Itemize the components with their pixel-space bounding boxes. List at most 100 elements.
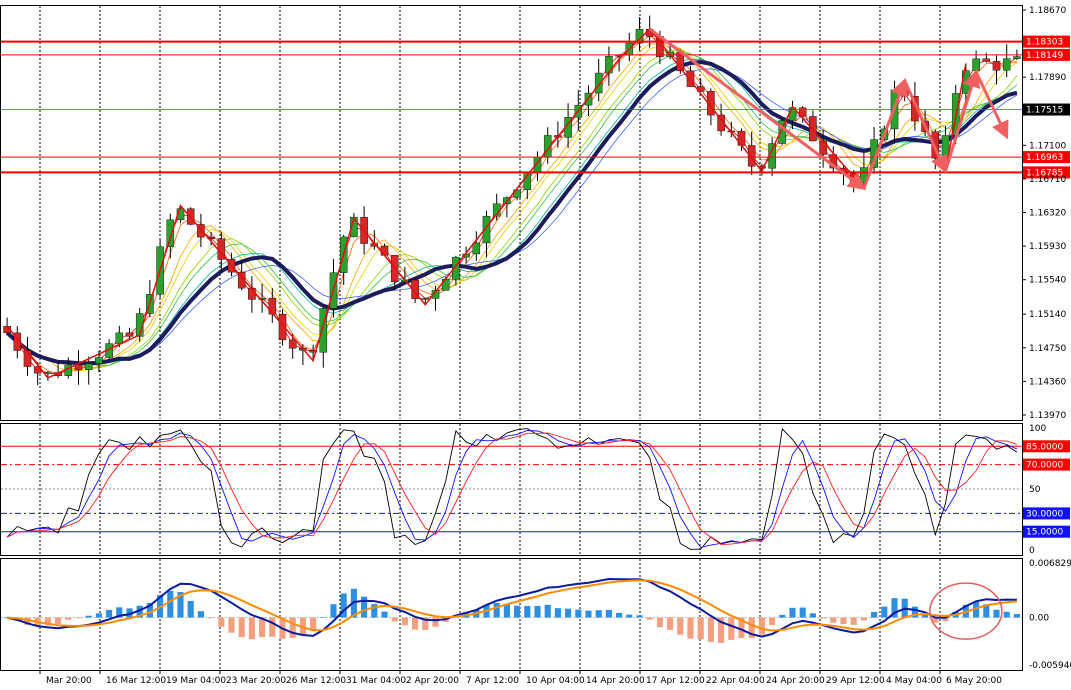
candle-body-98: [1002, 58, 1011, 71]
macd-histogram-bar-83: [850, 617, 857, 625]
x-tick-label-7: 7 Apr 12:00: [466, 676, 519, 686]
macd-histogram-bar-78: [799, 607, 806, 618]
macd-histogram-bar-61: [626, 614, 633, 618]
macd-histogram-bar-79: [809, 613, 816, 618]
macd-histogram-bar-56: [575, 609, 582, 618]
macd-histogram-bar-37: [381, 611, 388, 618]
candle-body-95: [972, 58, 980, 71]
macd-histogram-bar-63: [646, 617, 653, 620]
macd-histogram-bar-22: [228, 617, 235, 633]
candle-body-12: [125, 332, 134, 337]
candle-body-37: [380, 246, 389, 256]
macd-histogram-bar-19: [197, 611, 204, 618]
macd-histogram-bar-62: [636, 615, 643, 618]
macd-histogram-bar-66: [677, 617, 684, 635]
x-tick-label-15: 6 May 20:00: [946, 676, 1002, 686]
stoch-y-label-0: 100: [1029, 424, 1046, 434]
candle-body-4: [44, 372, 52, 374]
macd-y-label-1: 0.00: [1029, 614, 1049, 624]
macd-y-label-0: 0.006829: [1029, 559, 1071, 569]
chart-canvas: Mar 20:00 16 Mar 12:00 19 Mar 04:00 23 Mar …: [0, 0, 1071, 690]
stoch-tag-label-2: 30.0000: [1026, 509, 1063, 519]
macd-histogram-bar-38: [391, 617, 398, 622]
macd-histogram-bar-10: [106, 609, 113, 618]
x-tick-label-9: 14 Apr 20:00: [586, 676, 645, 686]
price-y-label-0: 1.18670: [1029, 6, 1066, 16]
price-y-label-10: 1.13970: [1029, 411, 1066, 421]
candle-body-97: [992, 61, 1001, 71]
x-tick-label-0: Mar 20:00: [46, 676, 92, 686]
macd-histogram-bar-42: [432, 617, 439, 627]
candle-body-7: [74, 364, 83, 370]
macd-histogram-bar-58: [595, 610, 602, 618]
macd-histogram-bar-77: [789, 607, 796, 618]
macd-histogram-bar-65: [667, 617, 674, 630]
candle-body-46: [472, 242, 481, 255]
price-y-label-7: 1.15140: [1029, 310, 1066, 320]
macd-histogram-bar-54: [554, 608, 561, 618]
macd-histogram-bar-81: [830, 617, 837, 623]
candle-body-58: [594, 72, 603, 94]
macd-histogram-bar-51: [524, 605, 531, 618]
macd-histogram-bar-82: [840, 617, 847, 625]
macd-histogram-bar-6: [65, 617, 72, 620]
x-tick-label-5: 31 Mar 04:00: [346, 676, 406, 686]
macd-histogram-bar-74: [758, 617, 765, 635]
macd-histogram-bar-59: [605, 609, 612, 618]
candle-body-99: [1013, 56, 1021, 59]
current-price-label: 1.17515: [1026, 106, 1063, 116]
macd-histogram-bar-31: [320, 617, 327, 618]
level-tag-label-2: 1.16963: [1026, 153, 1063, 163]
macd-histogram-bar-48: [493, 603, 500, 618]
macd-histogram-bar-99: [1013, 614, 1020, 618]
candle-body-41: [421, 298, 430, 300]
x-tick-label-8: 10 Apr 04:00: [526, 676, 585, 686]
macd-histogram-bar-21: [218, 617, 225, 627]
candle-body-96: [982, 58, 991, 62]
x-tick-label-13: 29 Apr 12:00: [826, 676, 885, 686]
macd-histogram-bar-69: [707, 617, 714, 642]
stoch-tag-label-3: 15.0000: [1026, 528, 1063, 538]
candle-body-8: [84, 363, 93, 370]
macd-histogram-bar-35: [361, 596, 368, 618]
price-y-label-4: 1.16320: [1029, 209, 1066, 219]
x-tick-label-4: 26 Mar 12:00: [286, 676, 346, 686]
macd-histogram-bar-23: [238, 617, 245, 638]
price-y-label-3: 1.16710: [1029, 175, 1066, 185]
candle-body-79: [809, 116, 817, 142]
stoch-tag-label-0: 85.0000: [1026, 442, 1063, 452]
macd-histogram-bar-53: [544, 604, 551, 618]
macd-histogram-bar-64: [656, 617, 663, 628]
candle-body-59: [605, 56, 613, 74]
macd-histogram-bar-50: [514, 605, 521, 618]
macd-histogram-bar-67: [687, 617, 694, 639]
macd-histogram-bar-24: [248, 617, 255, 640]
macd-histogram-bar-71: [728, 617, 735, 640]
x-tick-label-11: 22 Apr 04:00: [706, 676, 765, 686]
x-tick-label-3: 23 Mar 20:00: [226, 676, 286, 686]
macd-histogram-bar-32: [330, 604, 337, 618]
macd-histogram-bar-52: [534, 605, 541, 618]
price-y-label-9: 1.14360: [1029, 377, 1066, 387]
stoch-tag-label-1: 70.0000: [1026, 461, 1063, 471]
x-tick-label-10: 17 Apr 12:00: [646, 676, 705, 686]
level-tag-label-0: 1.18303: [1026, 38, 1063, 48]
macd-y-label-2: -0.005940: [1029, 661, 1071, 671]
macd-histogram-bar-60: [616, 612, 623, 618]
macd-histogram-bar-98: [1003, 611, 1010, 618]
macd-histogram-bar-28: [289, 617, 296, 638]
price-y-label-2: 1.17100: [1029, 141, 1066, 151]
macd-histogram-bar-5: [55, 617, 62, 624]
price-y-label-5: 1.15930: [1029, 242, 1066, 252]
macd-histogram-bar-85: [871, 611, 878, 618]
stoch-y-label-2: 0: [1029, 546, 1035, 556]
candle-body-9: [95, 357, 103, 364]
macd-histogram-bar-68: [697, 617, 704, 640]
price-y-label-8: 1.14750: [1029, 344, 1066, 354]
candle-body-80: [819, 140, 827, 155]
stoch-y-label-1: 50: [1029, 485, 1041, 495]
macd-histogram-bar-7: [75, 617, 82, 619]
macd-histogram-bar-57: [585, 610, 592, 618]
macd-histogram-bar-97: [993, 609, 1000, 618]
macd-histogram-bar-18: [187, 600, 194, 618]
